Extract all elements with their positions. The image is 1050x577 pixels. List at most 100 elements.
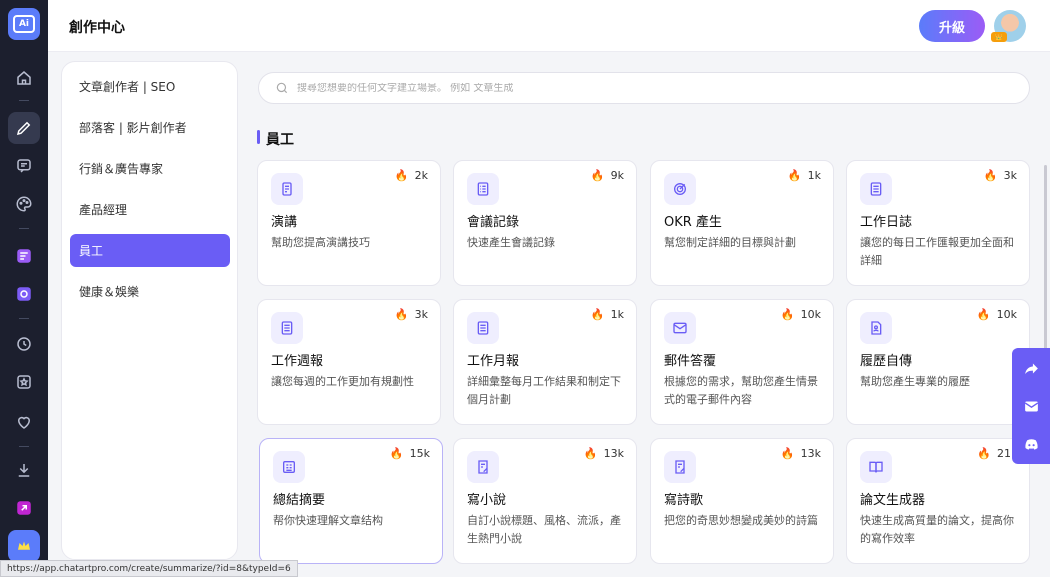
download-icon[interactable] [8, 454, 40, 486]
book-icon [860, 451, 892, 483]
heart-icon[interactable] [8, 406, 40, 438]
card-title: 會議記錄 [467, 215, 520, 230]
settings-app-icon[interactable] [8, 278, 40, 310]
card-title: 論文生成器 [860, 493, 926, 508]
card-description: 讓您每週的工作更加有規劃性 [271, 375, 414, 388]
summary-icon [273, 451, 305, 483]
popularity-count: 9k [610, 169, 624, 182]
fire-icon: 🔥 [590, 169, 605, 182]
category-item[interactable]: 產品經理 [70, 193, 230, 226]
category-item[interactable]: 健康＆娛樂 [70, 275, 230, 308]
popularity-count: 3k [1003, 169, 1017, 182]
popularity-count: 2k [414, 169, 428, 182]
category-item[interactable]: 文章創作者 | SEO [70, 70, 230, 103]
template-card-selected[interactable]: 🔥 15k 總結摘要 帮你快速理解文章结构 [259, 438, 443, 564]
popularity-count: 13k [603, 447, 624, 460]
browser-status-url: https://app.chatartpro.com/create/summar… [0, 560, 298, 577]
card-title: 寫小說 [467, 493, 507, 508]
star-box-icon[interactable] [8, 366, 40, 398]
fire-icon: 🔥 [394, 169, 409, 182]
palette-icon[interactable] [8, 188, 40, 220]
template-card[interactable]: 🔥 1k 工作月報 詳細彙整每月工作結果和制定下個月計劃 [453, 299, 637, 425]
vip-badge-icon: 👑 [991, 32, 1007, 42]
card-title: 履歷自傳 [860, 354, 913, 369]
card-title: 工作週報 [271, 354, 324, 369]
fire-icon: 🔥 [976, 308, 991, 321]
history-icon[interactable] [8, 328, 40, 360]
template-card[interactable]: 🔥 13k 寫詩歌 把您的奇思妙想變成美妙的詩篇 [650, 438, 834, 564]
category-item[interactable]: 行銷＆廣告專家 [70, 152, 230, 185]
category-panel: 文章創作者 | SEO 部落客 | 影片創作者 行銷＆廣告專家 產品經理 員工 … [61, 61, 238, 560]
card-description: 快速產生會議記錄 [467, 236, 555, 249]
card-title: 郵件答覆 [664, 354, 717, 369]
section-accent-bar [257, 130, 260, 144]
popularity-count: 21 [997, 447, 1011, 460]
template-card[interactable]: 🔥 3k 工作週報 讓您每週的工作更加有規劃性 [257, 299, 441, 425]
template-card[interactable]: 🔥 1k OKR 產生 幫您制定詳細的目標與計劃 [650, 160, 834, 286]
search-input[interactable] [297, 82, 897, 94]
mail-icon[interactable] [1022, 397, 1040, 415]
fire-icon: 🔥 [590, 308, 605, 321]
fire-icon: 🔥 [780, 308, 795, 321]
chat-icon[interactable] [8, 150, 40, 182]
template-card[interactable]: 🔥 2k 演講 幫助您提高演講技巧 [257, 160, 441, 286]
popularity-count: 10k [996, 308, 1017, 321]
template-card[interactable]: 🔥 9k 會議記錄 快速產生會議記錄 [453, 160, 637, 286]
fire-icon: 🔥 [583, 447, 598, 460]
card-description: 幫助您產生專業的履歷 [860, 375, 970, 388]
card-description: 根據您的需求，幫助您產生情景式的電子郵件內容 [664, 375, 818, 406]
category-item[interactable]: 部落客 | 影片創作者 [70, 111, 230, 144]
discord-icon[interactable] [1022, 435, 1040, 453]
template-card[interactable]: 🔥 3k 工作日誌 讓您的每日工作匯報更加全面和詳細 [846, 160, 1030, 286]
template-card[interactable]: 🔥 10k 郵件答覆 根據您的需求，幫助您產生情景式的電子郵件內容 [650, 299, 834, 425]
write-novel-icon [467, 451, 499, 483]
resume-icon [860, 312, 892, 344]
fire-icon: 🔥 [977, 447, 991, 460]
left-rail: Ai [0, 0, 48, 577]
app-logo[interactable]: Ai [8, 8, 40, 40]
category-item-active[interactable]: 員工 [70, 234, 230, 267]
share-icon[interactable] [1022, 359, 1040, 377]
fire-icon: 🔥 [780, 447, 795, 460]
journal-icon [860, 173, 892, 205]
card-description: 把您的奇思妙想變成美妙的詩篇 [664, 514, 818, 527]
monthly-report-icon [467, 312, 499, 344]
card-description: 帮你快速理解文章结构 [273, 514, 383, 527]
card-description: 幫助您提高演講技巧 [271, 236, 370, 249]
mail-reply-icon [664, 312, 696, 344]
popularity-count: 13k [800, 447, 821, 460]
fire-icon: 🔥 [394, 308, 409, 321]
popularity-count: 10k [800, 308, 821, 321]
create-pen-icon[interactable] [8, 112, 40, 144]
fire-icon: 🔥 [787, 169, 802, 182]
card-title: OKR 產生 [664, 215, 722, 230]
card-title: 寫詩歌 [664, 493, 704, 508]
fire-icon: 🔥 [983, 169, 998, 182]
popularity-count: 1k [807, 169, 821, 182]
external-link-icon[interactable] [8, 492, 40, 524]
popularity-count: 1k [610, 308, 624, 321]
card-description: 幫您制定詳細的目標與計劃 [664, 236, 796, 249]
fire-icon: 🔥 [389, 447, 404, 460]
floating-share-panel [1012, 348, 1050, 464]
crown-icon[interactable] [8, 530, 40, 562]
notes-app-icon[interactable] [8, 240, 40, 272]
card-description: 快速生成高質量的論文，提高你的寫作效率 [860, 514, 1014, 545]
upgrade-button[interactable]: 升級 [919, 10, 985, 42]
weekly-report-icon [271, 312, 303, 344]
top-header: 創作中心 升級 👑 [48, 0, 1050, 52]
target-icon [664, 173, 696, 205]
card-description: 讓您的每日工作匯報更加全面和詳細 [860, 236, 1014, 267]
search-bar [258, 72, 1030, 104]
popularity-count: 15k [409, 447, 430, 460]
search-icon [276, 82, 288, 94]
logo-icon: Ai [13, 15, 35, 33]
template-card[interactable]: 🔥 13k 寫小說 自訂小說標題、風格、流派，產生熱門小說 [453, 438, 637, 564]
home-icon[interactable] [8, 62, 40, 94]
section-title: 員工 [266, 132, 294, 148]
card-title: 演講 [271, 215, 298, 230]
card-description: 自訂小說標題、風格、流派，產生熱門小說 [467, 514, 621, 545]
template-card[interactable]: 🔥 21 論文生成器 快速生成高質量的論文，提高你的寫作效率 [846, 438, 1030, 564]
template-card[interactable]: 🔥 10k 履歷自傳 幫助您產生專業的履歷 [846, 299, 1030, 425]
card-title: 工作月報 [467, 354, 520, 369]
